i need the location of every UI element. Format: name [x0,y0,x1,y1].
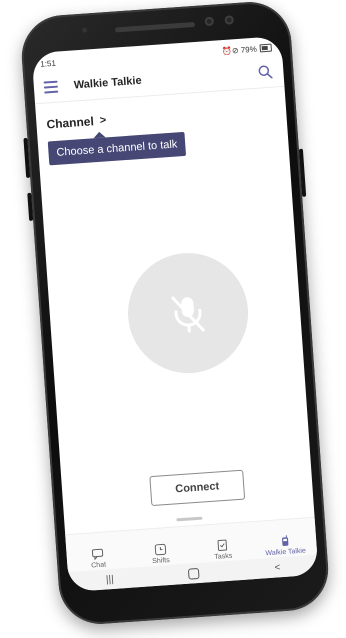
power-button [298,148,307,197]
tab-tasks[interactable]: Tasks [194,537,251,562]
tab-shifts-label: Shifts [152,556,170,566]
page: 1:51 ⏰⊘ 79% Walkie Talkie Channel > Choo… [0,0,346,638]
tab-chat[interactable]: Chat [70,546,127,571]
status-indicators: ⏰⊘ 79% [221,43,273,56]
search-icon[interactable] [257,64,274,81]
back-icon[interactable]: < [274,562,281,573]
drag-handle[interactable] [176,516,203,522]
earpiece-speaker [114,21,196,33]
side-button [27,192,34,221]
channel-tooltip: Choose a channel to talk [47,131,187,166]
tab-walkie-talkie[interactable]: Walkie Talkie [257,533,314,558]
battery-icon [259,43,273,53]
status-time: 1:51 [39,58,57,69]
home-icon[interactable] [188,567,201,580]
tooltip-text: Choose a channel to talk [56,138,178,159]
recents-icon[interactable]: ||| [106,573,115,585]
tasks-icon [217,539,228,551]
phone-screen: 1:51 ⏰⊘ 79% Walkie Talkie Channel > Choo… [31,35,319,593]
tab-chat-label: Chat [91,561,107,570]
iris-sensor [224,15,234,25]
talk-button[interactable] [123,249,253,378]
status-right-text: ⏰⊘ 79% [221,44,258,56]
walkie-talkie-icon [281,535,289,546]
page-title: Walkie Talkie [73,74,143,92]
chat-icon [92,548,104,561]
phone-device: 1:51 ⏰⊘ 79% Walkie Talkie Channel > Choo… [19,0,331,627]
tab-tasks-label: Tasks [214,552,233,561]
tab-shifts[interactable]: Shifts [132,542,189,567]
channel-label: Channel [46,114,95,132]
chevron-right-icon: > [99,114,107,127]
connect-button[interactable]: Connect [149,469,246,507]
volume-button [23,137,31,179]
clock-icon [154,543,166,556]
sensor [81,27,88,33]
front-camera [204,16,215,27]
microphone-off-icon [171,296,205,333]
hamburger-menu-icon[interactable] [43,80,59,94]
